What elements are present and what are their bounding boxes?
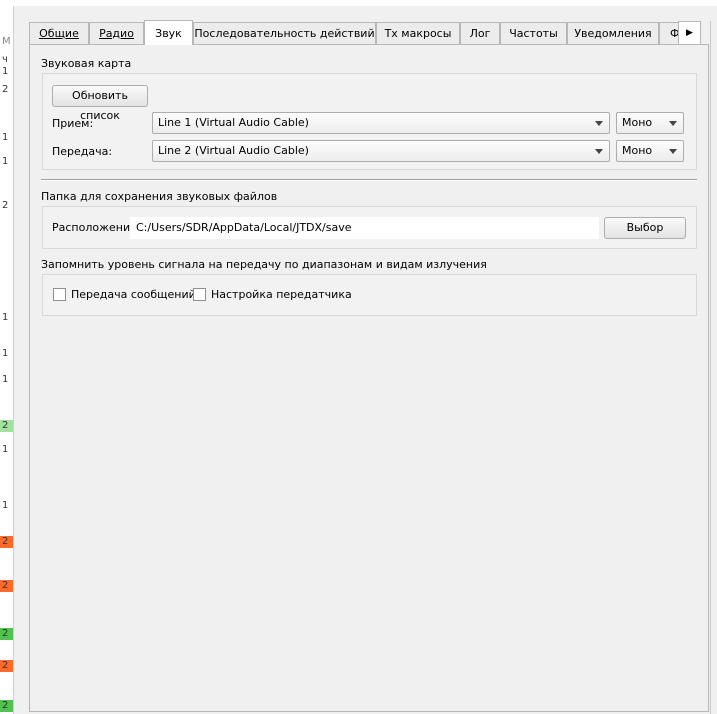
output-device-select[interactable]: Line 2 (Virtual Audio Cable) [152, 140, 610, 162]
background-window-text: 1 [2, 500, 9, 511]
tab-audio[interactable]: Звук [144, 20, 193, 45]
chevron-right-icon[interactable]: ▶ [678, 21, 701, 45]
tune-checkbox[interactable] [193, 288, 206, 301]
background-window-text: 2 [0, 420, 13, 432]
remember-power-group-title: Запомнить уровень сигнала на передачу по… [41, 258, 487, 271]
output-channel-select[interactable]: Моно [616, 140, 684, 162]
background-window-text: 1 [2, 444, 9, 455]
location-label: Расположение: [52, 221, 141, 234]
input-label: Прием: [52, 117, 94, 130]
background-window-text: 2 [0, 660, 13, 672]
background-window-text: ч [2, 54, 8, 65]
input-device-value: Line 1 (Virtual Audio Cable) [158, 116, 309, 129]
tab-tx-macros[interactable]: Tx макросы [376, 22, 460, 44]
transmit-checkbox[interactable] [53, 288, 66, 301]
chevron-down-icon [595, 121, 603, 126]
background-window-text: 2 [0, 536, 13, 548]
transmit-checkbox-label[interactable]: Передача сообщений [71, 288, 196, 302]
background-window-text: 1 [2, 156, 9, 167]
background-window-strip: М ч 1 2 1 1 2 1 1 1 2 1 1 2 2 2 2 2 [0, 0, 14, 714]
background-window-text: 2 [2, 84, 9, 95]
save-folder-group-title: Папка для сохранения звуковых файлов [41, 190, 278, 203]
background-window-text: 1 [2, 132, 9, 143]
window-edge [710, 21, 717, 714]
background-window-text: 1 [2, 312, 9, 323]
background-window-text: 1 [2, 66, 9, 77]
input-device-select[interactable]: Line 1 (Virtual Audio Cable) [152, 112, 610, 134]
tab-radio[interactable]: Радио [89, 22, 144, 44]
section-divider [41, 179, 697, 181]
background-window-text: 1 [2, 374, 9, 385]
refresh-list-button[interactable]: Обновить список [52, 85, 148, 122]
output-device-value: Line 2 (Virtual Audio Cable) [158, 144, 309, 157]
location-field[interactable]: C:/Users/SDR/AppData/Local/JTDX/save [130, 217, 599, 239]
tab-notifications[interactable]: Уведомления [567, 22, 659, 44]
tab-general[interactable]: Общие [29, 22, 89, 44]
soundcard-group-title: Звуковая карта [41, 57, 132, 70]
input-channel-value: Моно [622, 116, 653, 129]
tab-frequencies[interactable]: Частоты [500, 22, 567, 44]
chevron-down-icon [669, 121, 677, 126]
background-window-text: 2 [0, 628, 13, 640]
background-window-text: 2 [2, 200, 9, 211]
background-window-text: М [2, 36, 11, 47]
chevron-down-icon [669, 149, 677, 154]
output-label: Передача: [52, 145, 113, 158]
background-window-text: 1 [2, 348, 9, 359]
tab-log[interactable]: Лог [460, 22, 500, 44]
chevron-down-icon [595, 149, 603, 154]
input-channel-select[interactable]: Моно [616, 112, 684, 134]
output-channel-value: Моно [622, 144, 653, 157]
browse-button[interactable]: Выбор [604, 217, 686, 239]
background-window-text: 2 [0, 580, 13, 592]
tune-checkbox-label[interactable]: Настройка передатчика [211, 288, 352, 302]
tab-sequencing[interactable]: Последовательность действий [193, 22, 376, 44]
background-window-text: 2 [0, 700, 13, 712]
